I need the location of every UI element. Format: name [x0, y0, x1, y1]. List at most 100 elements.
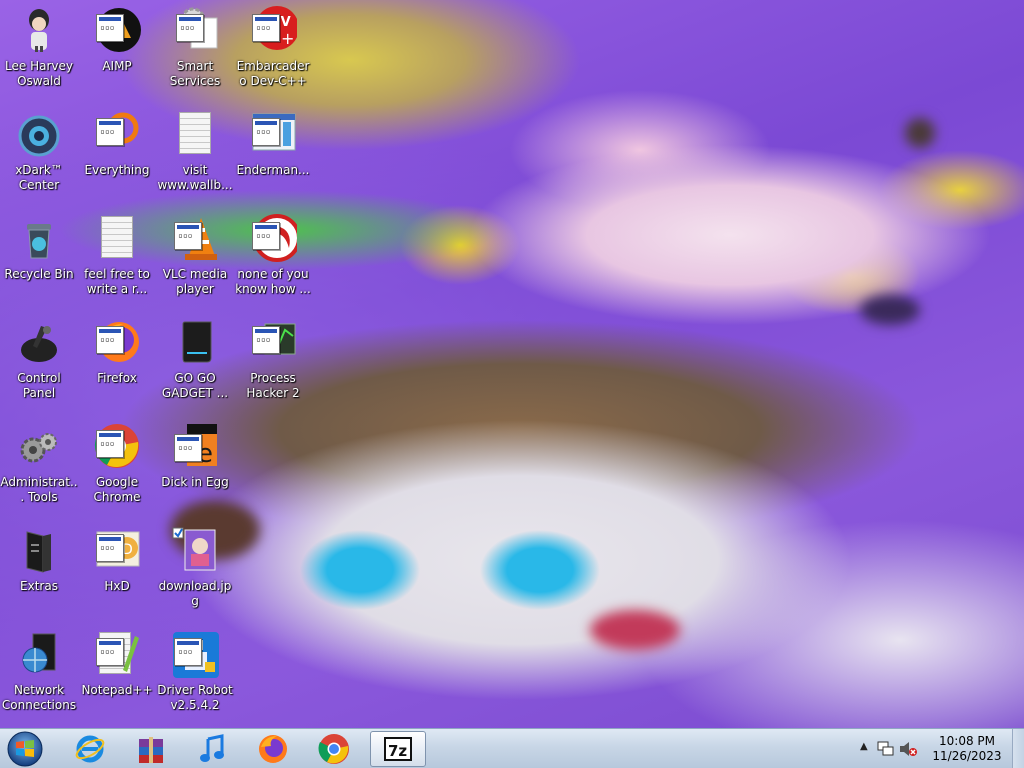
desktop-icon-everything[interactable]: Everything [78, 104, 156, 200]
desktop-icon-feel-free-to-write[interactable]: feel free to write a r... [78, 208, 156, 304]
wallpaper-detail [860, 295, 920, 325]
chrome-icon [318, 734, 349, 764]
icon-label: feel free to write a r... [84, 267, 150, 296]
recycle-bin-icon [15, 214, 63, 262]
application-badge-icon [96, 534, 124, 562]
desktop-icon-none-of-you-know[interactable]: none of you know how ... [234, 208, 312, 304]
application-icon [249, 110, 297, 158]
system-tray: ▲ 10:08 PM 11/26/2023 [854, 729, 1024, 768]
hxd-icon: D [93, 526, 141, 574]
icon-label: Everything [84, 163, 150, 177]
icon-label: none of you know how ... [235, 267, 311, 296]
application-badge-icon [96, 326, 124, 354]
icon-label: Notepad++ [81, 683, 153, 697]
application-badge-icon [252, 118, 280, 146]
network-icon[interactable] [876, 740, 896, 758]
text-document-icon [93, 214, 141, 262]
desktop-icon-enderman[interactable]: Enderman... [234, 104, 312, 200]
firefox-icon [93, 318, 141, 366]
desktop-icon-vlc-media-player[interactable]: VLC media player [156, 208, 234, 304]
chrome-icon [93, 422, 141, 470]
windows-logo-icon [7, 731, 43, 767]
music-note-icon [200, 734, 224, 762]
show-hidden-icons-chevron-icon[interactable]: ▲ [860, 741, 868, 752]
icon-label: Administrat... Tools [0, 475, 78, 504]
taskbar-winrar[interactable] [123, 731, 179, 767]
image-file-icon [171, 526, 219, 574]
firefox-icon [259, 735, 287, 763]
control-panel-icon [15, 318, 63, 366]
icon-label: VLC media player [162, 267, 228, 296]
clock[interactable]: 10:08 PM 11/26/2023 [932, 734, 1002, 764]
desktop-icon-go-go-gadget[interactable]: GO GO GADGET ... [156, 312, 234, 408]
desktop-icon-process-hacker-2[interactable]: Process Hacker 2 [234, 312, 312, 408]
icon-label: Embarcadero Dev-C++ [236, 59, 310, 88]
desktop-icon-xdark-center[interactable]: xDark™ Center [0, 104, 78, 200]
svg-text:7z: 7z [388, 742, 407, 760]
desktop-icon-extras[interactable]: Extras [0, 520, 78, 616]
application-badge-icon [252, 326, 280, 354]
volume-muted-icon[interactable] [898, 740, 918, 758]
devcpp-icon: DEV+ [249, 6, 299, 54]
gadget-device-icon [171, 318, 219, 366]
icon-label: Network Connections [1, 683, 77, 712]
application-badge-icon [176, 14, 204, 42]
internet-explorer-icon [75, 735, 105, 763]
start-button[interactable] [5, 730, 45, 768]
application-badge-icon [252, 222, 280, 250]
desktop-icon-dick-in-egg[interactable]: e Dick in Egg [156, 416, 234, 512]
desktop-icon-network-connections[interactable]: Network Connections [0, 624, 78, 720]
folder-dark-icon [15, 526, 63, 574]
text-document-icon [171, 110, 219, 158]
desktop-icon-recycle-bin[interactable]: Recycle Bin [0, 208, 78, 304]
seven-zip-icon: 7z [384, 737, 412, 761]
desktop-icon-visit-wallb[interactable]: visit www.wallb... [156, 104, 234, 200]
egg-app-icon: e [171, 422, 219, 470]
desktop-icon-lee-harvey-oswald[interactable]: Lee Harvey Oswald [0, 0, 78, 96]
taskbar-firefox[interactable] [245, 731, 301, 767]
icon-label: Firefox [97, 371, 137, 385]
person-avatar-icon [15, 6, 63, 54]
taskbar-chrome[interactable] [306, 731, 362, 767]
taskbar-itunes[interactable] [184, 731, 240, 767]
icon-label: xDark™ Center [15, 163, 63, 192]
wallpaper-detail [590, 610, 680, 650]
clock-date: 11/26/2023 [932, 749, 1002, 763]
desktop-icon-download-jpg[interactable]: download.jpg [156, 520, 234, 616]
desktop-icon-notepadpp[interactable]: Notepad++ [78, 624, 156, 720]
icon-label: Enderman... [236, 163, 310, 177]
desktop-icon-google-chrome[interactable]: Google Chrome [78, 416, 156, 512]
taskbar-internet-explorer[interactable] [62, 731, 118, 767]
desktop-icon-driver-robot[interactable]: Driver Robot v2.5.4.2 [156, 624, 234, 720]
application-badge-icon [96, 118, 124, 146]
desktop-icon-administrative-tools[interactable]: Administrat... Tools [0, 416, 78, 512]
icon-label: Google Chrome [93, 475, 141, 504]
vlc-cone-icon [171, 214, 219, 262]
admin-tools-gears-icon [15, 422, 63, 470]
icon-label: HxD [104, 579, 130, 593]
everything-search-icon [93, 110, 141, 158]
driver-robot-icon [171, 630, 219, 678]
desktop-icon-aimp[interactable]: AIMP [78, 0, 156, 96]
icon-label: GO GO GADGET ... [161, 371, 229, 400]
application-badge-icon [252, 14, 280, 42]
show-desktop-button[interactable] [1012, 729, 1024, 768]
taskbar-7zip[interactable]: 7z [370, 731, 426, 767]
desktop-icon-smart-services[interactable]: Smart Services [156, 0, 234, 96]
desktop-icon-hxd[interactable]: D HxD [78, 520, 156, 616]
red-circle-app-icon [249, 214, 301, 262]
icon-label: Dick in Egg [161, 475, 229, 489]
svg-text:+: + [281, 29, 294, 48]
application-badge-icon [174, 222, 202, 250]
icon-label: download.jpg [158, 579, 232, 608]
desktop-icon-control-panel[interactable]: Control Panel [0, 312, 78, 408]
icon-label: visit www.wallb... [157, 163, 233, 192]
icon-label: Driver Robot v2.5.4.2 [157, 683, 233, 712]
desktop-icon-firefox[interactable]: Firefox [78, 312, 156, 408]
desktop-icon-embarcadero-devcpp[interactable]: DEV+ Embarcadero Dev-C++ [234, 0, 312, 96]
icon-label: AIMP [102, 59, 132, 73]
application-badge-icon [96, 430, 124, 458]
xdark-center-icon [15, 110, 63, 158]
application-badge-icon [174, 638, 202, 666]
application-badge-icon [96, 638, 124, 666]
